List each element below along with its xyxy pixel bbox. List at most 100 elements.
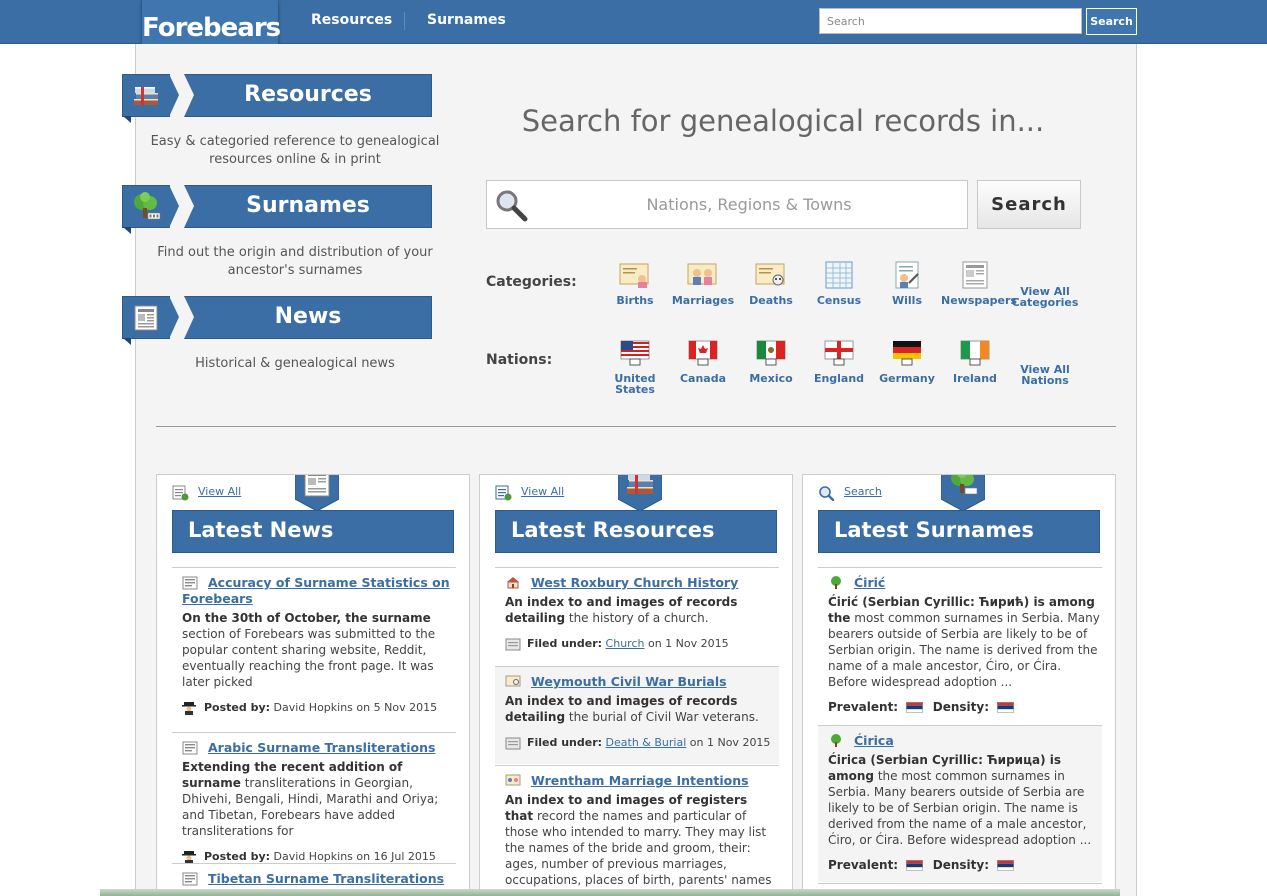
birth-certificate-icon: [619, 263, 649, 288]
category-newspapers[interactable]: Newspapers: [941, 261, 1017, 306]
hero-search-box: [486, 180, 968, 229]
news-item: Arabic Surname Transliterations Extendin…: [172, 732, 456, 864]
view-all-list-icon: [172, 485, 189, 501]
magnifier-icon: [496, 190, 528, 222]
nation-ireland[interactable]: Ireland: [941, 339, 1009, 384]
surname-item: Ćirica Ćirica (Serbian Cyrillic: Ћирица)…: [818, 725, 1102, 882]
author-icon: [182, 702, 196, 715]
nation-mexico[interactable]: Mexico: [737, 339, 805, 384]
surnames-search-link[interactable]: Search: [844, 485, 882, 498]
article-icon: [182, 741, 198, 755]
nav-surnames[interactable]: Surnames: [427, 0, 506, 44]
resource-item: West Roxbury Church History An index to …: [495, 567, 779, 665]
sidebar-surnames-ribbon[interactable]: Surnames: [122, 185, 432, 234]
death-certificate-icon: [755, 263, 785, 286]
england-flag-icon: [824, 340, 854, 366]
news-item-title-link[interactable]: Tibetan Surname Transliterations: [182, 871, 456, 887]
sidebar-surnames-description: Find out the origin and distribution of …: [157, 245, 433, 278]
marriage-certificate-icon: [687, 263, 717, 285]
hero-search-button[interactable]: Search: [977, 180, 1081, 229]
folder-icon: [505, 737, 521, 749]
sidebar-news-title[interactable]: News: [184, 296, 432, 339]
latest-resources-title: Latest Resources: [495, 510, 777, 553]
germany-flag-icon: [893, 341, 921, 366]
view-all-nations-link[interactable]: View All Nations: [1011, 364, 1079, 386]
census-sheet-icon: [825, 261, 853, 289]
serbia-flag-icon: [905, 702, 923, 713]
serbia-flag-icon: [905, 860, 923, 871]
tree-icon: [831, 576, 841, 589]
latest-news-title: Latest News: [172, 510, 454, 553]
nation-germany[interactable]: Germany: [873, 339, 941, 384]
burial-record-icon: [505, 675, 521, 687]
news-item-title-link[interactable]: Accuracy of Surname Statistics on Forebe…: [182, 575, 456, 607]
resource-item-title-link[interactable]: Weymouth Civil War Burials: [505, 674, 779, 690]
news-item: Accuracy of Surname Statistics on Forebe…: [172, 567, 456, 729]
books-icon: [134, 87, 158, 105]
church-icon: [507, 577, 519, 589]
category-census[interactable]: Census: [805, 261, 873, 306]
view-all-list-icon: [495, 485, 512, 501]
category-births[interactable]: Births: [601, 261, 669, 306]
bottom-edge: [100, 889, 1120, 896]
news-item-title-link[interactable]: Arabic Surname Transliterations: [182, 740, 456, 756]
newspaper-icon: [295, 475, 339, 511]
location-search-input[interactable]: [535, 181, 963, 228]
surname-item: Ćirić Ćirić (Serbian Cyrillic: Ћирић) is…: [818, 567, 1102, 724]
header-search-button[interactable]: Search: [1086, 8, 1137, 35]
serbia-flag-icon: [996, 860, 1014, 871]
newspaper-icon: [962, 261, 988, 289]
marriage-record-icon: [505, 774, 521, 786]
mexico-flag-icon: [756, 340, 786, 366]
resource-item: Wrentham Marriage Intentions An index to…: [495, 765, 779, 895]
sidebar-surnames-title[interactable]: Surnames: [184, 185, 432, 228]
resource-item-title-link[interactable]: Wrentham Marriage Intentions: [505, 773, 779, 789]
categories-label: Categories:: [486, 274, 577, 290]
hero-title: Search for genealogical records in...: [521, 104, 1045, 138]
newspaper-icon: [134, 305, 158, 331]
ireland-flag-icon: [960, 340, 990, 366]
article-icon: [182, 872, 198, 886]
latest-surnames-card: Search Latest Surnames Ćirić Ćirić (Serb…: [802, 474, 1116, 896]
category-marriages[interactable]: Marriages: [669, 261, 737, 306]
nations-label: Nations:: [486, 352, 553, 368]
latest-resources-card: View All Latest Resources West Roxbury C…: [479, 474, 793, 896]
resource-filed-under-link[interactable]: Death & Burial: [606, 736, 687, 749]
tree-icon: [941, 475, 985, 511]
resource-filed-under-link[interactable]: Church: [606, 637, 645, 650]
tree-icon: [134, 192, 161, 220]
will-document-icon: [895, 261, 919, 289]
sidebar-resources-description: Easy & categoried reference to genealogi…: [150, 134, 440, 167]
section-divider: [156, 426, 1116, 427]
nation-united-states[interactable]: United States: [601, 339, 669, 395]
header-search-input[interactable]: [819, 8, 1082, 34]
news-view-all-link[interactable]: View All: [198, 485, 241, 498]
category-deaths[interactable]: Deaths: [737, 261, 805, 306]
author-icon: [182, 851, 196, 864]
sidebar-news-ribbon[interactable]: News: [122, 296, 432, 345]
nav-separator: [404, 12, 405, 30]
nav-resources[interactable]: Resources: [311, 0, 392, 44]
resource-item-title-link[interactable]: West Roxbury Church History: [505, 575, 779, 591]
surname-item-title-link[interactable]: Ćirić: [828, 575, 1102, 591]
search-icon: [819, 486, 835, 501]
resources-view-all-link[interactable]: View All: [521, 485, 564, 498]
sidebar-resources-title[interactable]: Resources: [184, 74, 432, 117]
nation-canada[interactable]: Canada: [669, 339, 737, 384]
books-icon: [618, 475, 662, 511]
surname-item-title-link[interactable]: Ćirica: [828, 733, 1102, 749]
sidebar-resources-ribbon[interactable]: Resources: [122, 74, 432, 123]
sidebar-news-description: Historical & genealogical news: [195, 356, 395, 371]
canada-flag-icon: [688, 340, 718, 366]
nation-england[interactable]: England: [805, 339, 873, 384]
folder-icon: [505, 638, 521, 650]
latest-surnames-title: Latest Surnames: [818, 510, 1100, 553]
resource-item: Weymouth Civil War Burials An index to a…: [495, 666, 779, 764]
serbia-flag-icon: [996, 702, 1014, 713]
category-wills[interactable]: Wills: [873, 261, 941, 306]
latest-news-card: View All Latest News Accuracy of Surname…: [156, 474, 470, 896]
tree-icon: [831, 734, 841, 747]
view-all-categories-link[interactable]: View All Categories: [1011, 286, 1079, 308]
article-icon: [182, 576, 198, 590]
us-flag-icon: [620, 340, 650, 366]
